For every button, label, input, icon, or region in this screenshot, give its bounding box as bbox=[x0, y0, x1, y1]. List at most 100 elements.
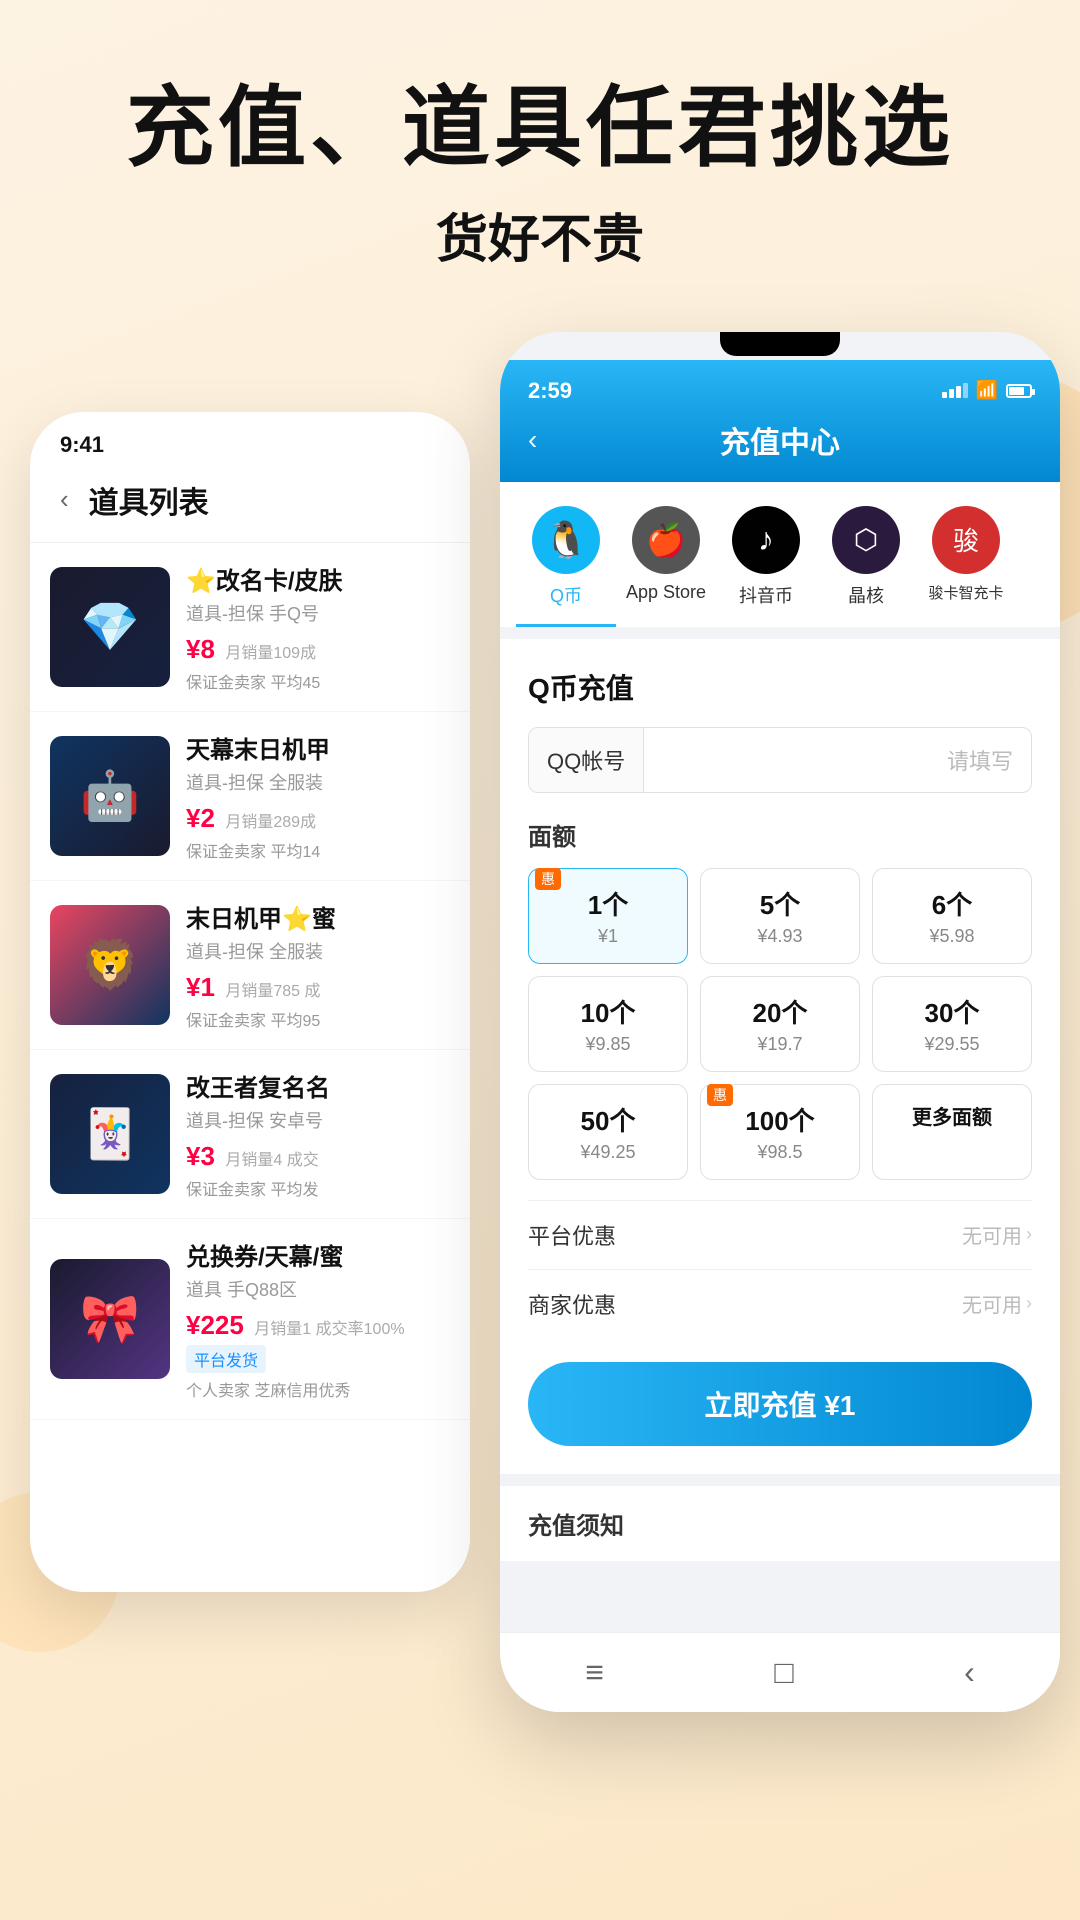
cat-tab-apple[interactable]: 🍎 App Store bbox=[616, 506, 716, 627]
phones-wrapper: 9:41 ‹ 道具列表 💎 ⭐改名卡/皮肤 道具-担保 手Q号 ¥8 月销量10… bbox=[0, 332, 1080, 1752]
bottom-nav-back-icon[interactable]: ‹ bbox=[964, 1654, 975, 1691]
denom-item-8[interactable]: 惠 100个 ¥98.5 bbox=[700, 1084, 860, 1180]
signal-bar-2 bbox=[949, 389, 954, 398]
product-item-4[interactable]: 🃏 改王者复名名 道具-担保 安卓号 ¥3 月销量4 成交 保证金卖家 平均发 bbox=[30, 1050, 470, 1219]
product-price-1: ¥8 bbox=[186, 634, 215, 664]
product-img-4: 🃏 bbox=[50, 1074, 170, 1194]
product-img-3: 🦁 bbox=[50, 905, 170, 1025]
cta-button[interactable]: 立即充值 ¥1 bbox=[528, 1362, 1032, 1446]
qq-icon: 🐧 bbox=[544, 519, 589, 561]
product-item-2[interactable]: 🤖 天幕末日机甲 道具-担保 全服装 ¥2 月销量289成 保证金卖家 平均14 bbox=[30, 712, 470, 881]
product-name-2: 天幕末日机甲 bbox=[186, 730, 450, 765]
product-info-5: 兑换券/天幕/蜜 道具 手Q88区 ¥225 月销量1 成交率100% 平台发货… bbox=[186, 1237, 450, 1401]
cat-label-douyin: 抖音币 bbox=[739, 582, 793, 608]
fg-phone-top: 2:59 📶 ‹ 充值中心 bbox=[500, 360, 1060, 482]
product-icon-1: 💎 bbox=[80, 598, 140, 655]
merchant-discount-row[interactable]: 商家优惠 无可用 › bbox=[528, 1269, 1032, 1338]
denom-item-6[interactable]: 30个 ¥29.55 bbox=[872, 976, 1032, 1072]
bg-phone: 9:41 ‹ 道具列表 💎 ⭐改名卡/皮肤 道具-担保 手Q号 ¥8 月销量10… bbox=[30, 412, 470, 1592]
product-desc-1: 道具-担保 手Q号 bbox=[186, 600, 450, 626]
recharge-title: Q币充值 bbox=[528, 667, 1032, 707]
cat-icon-douyin: ♪ bbox=[732, 506, 800, 574]
hero-subtitle: 货好不贵 bbox=[40, 197, 1040, 272]
bg-phone-title: 道具列表 bbox=[89, 478, 209, 522]
denom-item-4[interactable]: 10个 ¥9.85 bbox=[528, 976, 688, 1072]
denom-badge-8: 惠 bbox=[707, 1084, 733, 1106]
product-sales-3: 月销量785 成 bbox=[225, 983, 320, 1000]
denom-title: 面额 bbox=[528, 817, 1032, 852]
denom-item-7[interactable]: 50个 ¥49.25 bbox=[528, 1084, 688, 1180]
cat-icon-qq: 🐧 bbox=[532, 506, 600, 574]
cat-tab-junka[interactable]: 骏 骏卡智充卡 bbox=[916, 506, 1016, 627]
product-icon-2: 🤖 bbox=[80, 767, 140, 824]
category-tabs: 🐧 Q币 🍎 App Store ♪ 抖音币 ⬡ 晶核 bbox=[500, 482, 1060, 627]
qq-input-placeholder[interactable]: 请填写 bbox=[644, 728, 1031, 792]
denom-item-1[interactable]: 惠 1个 ¥1 bbox=[528, 868, 688, 964]
cat-label-qq: Q币 bbox=[550, 582, 582, 608]
bottom-nav-home-icon[interactable]: □ bbox=[774, 1654, 793, 1691]
platform-badge-5: 平台发货 bbox=[186, 1345, 266, 1373]
product-name-4: 改王者复名名 bbox=[186, 1068, 450, 1103]
platform-discount-row[interactable]: 平台优惠 无可用 › bbox=[528, 1200, 1032, 1269]
denom-item-5[interactable]: 20个 ¥19.7 bbox=[700, 976, 860, 1072]
denom-price-6: ¥29.55 bbox=[883, 1034, 1021, 1055]
denom-item-2[interactable]: 5个 ¥4.93 bbox=[700, 868, 860, 964]
product-extra-5: 个人卖家 芝麻信用优秀 bbox=[186, 1377, 450, 1401]
denom-price-4: ¥9.85 bbox=[539, 1034, 677, 1055]
bg-phone-back-icon[interactable]: ‹ bbox=[60, 484, 69, 515]
fg-phone: 2:59 📶 ‹ 充值中心 bbox=[500, 332, 1060, 1712]
denom-price-8: ¥98.5 bbox=[711, 1142, 849, 1163]
product-guarantee-3: 保证金卖家 平均95 bbox=[186, 1007, 450, 1031]
denom-badge-1: 惠 bbox=[535, 868, 561, 890]
product-sales-5: 月销量1 成交率100% bbox=[254, 1321, 404, 1338]
merchant-discount-value: 无可用 › bbox=[962, 1289, 1032, 1318]
product-guarantee-2: 保证金卖家 平均14 bbox=[186, 838, 450, 862]
fg-phone-title: 充值中心 bbox=[720, 418, 840, 462]
product-item-5[interactable]: 🎀 兑换券/天幕/蜜 道具 手Q88区 ¥225 月销量1 成交率100% 平台… bbox=[30, 1219, 470, 1420]
product-icon-4: 🃏 bbox=[80, 1105, 140, 1162]
cat-label-jinghe: 晶核 bbox=[848, 582, 884, 608]
denom-item-more[interactable]: 更多面额 bbox=[872, 1084, 1032, 1180]
cat-tab-qq[interactable]: 🐧 Q币 bbox=[516, 506, 616, 627]
product-price-4: ¥3 bbox=[186, 1141, 215, 1171]
product-name-3: 末日机甲⭐蜜 bbox=[186, 899, 450, 934]
denom-count-7: 50个 bbox=[539, 1101, 677, 1138]
denom-count-5: 20个 bbox=[711, 993, 849, 1030]
denom-price-2: ¥4.93 bbox=[711, 926, 849, 947]
junka-icon: 骏 bbox=[953, 521, 979, 558]
hero-section: 充值、道具任君挑选 货好不贵 bbox=[0, 0, 1080, 332]
denom-count-6: 30个 bbox=[883, 993, 1021, 1030]
product-desc-2: 道具-担保 全服装 bbox=[186, 769, 450, 795]
wifi-icon: 📶 bbox=[976, 380, 998, 401]
product-sales-4: 月销量4 成交 bbox=[225, 1152, 318, 1169]
fg-phone-bottom-nav: ≡ □ ‹ bbox=[500, 1632, 1060, 1712]
product-icon-5: 🎀 bbox=[80, 1290, 140, 1347]
product-img-1: 💎 bbox=[50, 567, 170, 687]
fg-phone-header: ‹ 充值中心 bbox=[500, 412, 1060, 482]
product-price-5: ¥225 bbox=[186, 1310, 244, 1340]
platform-discount-value: 无可用 › bbox=[962, 1220, 1032, 1249]
platform-discount-arrow: › bbox=[1026, 1224, 1032, 1245]
denom-count-8: 100个 bbox=[711, 1101, 849, 1138]
fg-phone-back-icon[interactable]: ‹ bbox=[528, 424, 537, 456]
product-price-2: ¥2 bbox=[186, 803, 215, 833]
cat-icon-jinghe: ⬡ bbox=[832, 506, 900, 574]
merchant-discount-label: 商家优惠 bbox=[528, 1288, 616, 1320]
qq-input-row[interactable]: QQ帐号 请填写 bbox=[528, 727, 1032, 793]
battery-icon bbox=[1006, 384, 1032, 398]
merchant-discount-arrow: › bbox=[1026, 1293, 1032, 1314]
product-item-1[interactable]: 💎 ⭐改名卡/皮肤 道具-担保 手Q号 ¥8 月销量109成 保证金卖家 平均4… bbox=[30, 543, 470, 712]
signal-icon bbox=[942, 383, 968, 398]
cat-tab-douyin[interactable]: ♪ 抖音币 bbox=[716, 506, 816, 627]
platform-discount-label: 平台优惠 bbox=[528, 1219, 616, 1251]
douyin-icon: ♪ bbox=[758, 521, 774, 558]
bottom-nav-menu-icon[interactable]: ≡ bbox=[585, 1654, 604, 1691]
product-item-3[interactable]: 🦁 末日机甲⭐蜜 道具-担保 全服装 ¥1 月销量785 成 保证金卖家 平均9… bbox=[30, 881, 470, 1050]
denom-count-4: 10个 bbox=[539, 993, 677, 1030]
product-desc-3: 道具-担保 全服装 bbox=[186, 938, 450, 964]
signal-bar-1 bbox=[942, 392, 947, 398]
denom-price-5: ¥19.7 bbox=[711, 1034, 849, 1055]
cat-tab-jinghe[interactable]: ⬡ 晶核 bbox=[816, 506, 916, 627]
denom-item-3[interactable]: 6个 ¥5.98 bbox=[872, 868, 1032, 964]
jinghe-icon: ⬡ bbox=[854, 523, 878, 556]
